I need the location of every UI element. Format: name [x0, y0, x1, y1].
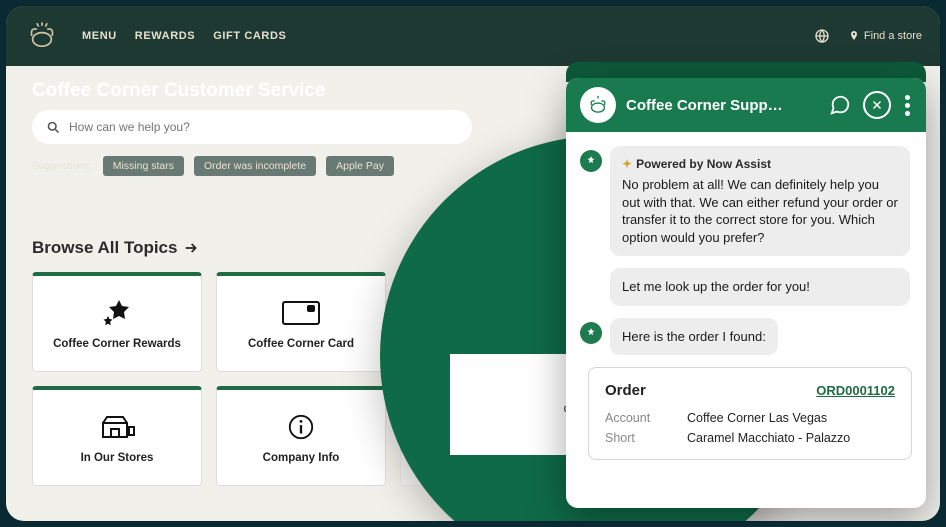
search-bar[interactable] [32, 110, 472, 144]
find-store-link[interactable]: Find a store [848, 30, 922, 42]
order-card-title: Order [605, 382, 646, 399]
speech-bubble-icon[interactable] [829, 94, 851, 116]
search-input[interactable] [69, 120, 458, 134]
close-icon[interactable] [863, 91, 891, 119]
chat-message-text: No problem at all! We can definitely hel… [622, 177, 898, 245]
order-id-link[interactable]: ORD0001102 [816, 383, 895, 398]
store-icon [97, 412, 137, 442]
chat-header: Coffee Corner Supp… [566, 78, 926, 132]
find-store-label: Find a store [864, 30, 922, 42]
suggestion-label: Suggestions: [32, 160, 93, 172]
main-nav: MENU REWARDS GIFT CARDS [82, 30, 286, 42]
order-field: Account Coffee Corner Las Vegas [605, 411, 895, 425]
nav-rewards[interactable]: REWARDS [135, 30, 195, 42]
order-card: Order ORD0001102 Account Coffee Corner L… [588, 367, 912, 460]
card-icon [281, 298, 321, 328]
arrow-right-icon [183, 240, 199, 256]
info-icon [287, 412, 315, 442]
star-icon [97, 298, 137, 328]
topic-card-stores[interactable]: In Our Stores [32, 386, 202, 486]
chat-message: ✦ Powered by Now Assist No problem at al… [610, 146, 910, 256]
topic-label: Company Info [263, 452, 340, 464]
chat-message: Here is the order I found: [610, 318, 778, 356]
app-header: MENU REWARDS GIFT CARDS Find a store [6, 6, 940, 66]
chat-avatar [580, 87, 616, 123]
topic-card-rewards[interactable]: Coffee Corner Rewards [32, 272, 202, 372]
nav-giftcards[interactable]: GIFT CARDS [213, 30, 286, 42]
topic-label: In Our Stores [81, 452, 154, 464]
order-field-value: Coffee Corner Las Vegas [687, 411, 827, 425]
topic-label: Coffee Corner Card [248, 338, 354, 350]
bot-avatar-icon [580, 150, 602, 172]
chat-title: Coffee Corner Supp… [626, 97, 819, 114]
sparkle-icon: ✦ [622, 156, 632, 172]
chat-panel: Coffee Corner Supp… ✦ Powered [566, 78, 926, 508]
order-field-key: Account [605, 411, 661, 425]
order-field: Short Caramel Macchiato - Palazzo [605, 431, 895, 445]
chip-order-incomplete[interactable]: Order was incomplete [194, 156, 316, 176]
chip-missing-stars[interactable]: Missing stars [103, 156, 184, 176]
powered-by-label: ✦ Powered by Now Assist [622, 156, 898, 172]
order-field-value: Caramel Macchiato - Palazzo [687, 431, 850, 445]
chat-body: ✦ Powered by Now Assist No problem at al… [566, 132, 926, 508]
chat-message: Let me look up the order for you! [610, 268, 910, 306]
browse-heading-text: Browse All Topics [32, 238, 177, 258]
topic-label: Coffee Corner Rewards [53, 338, 181, 350]
globe-icon[interactable] [814, 28, 830, 44]
search-icon [46, 120, 61, 135]
chip-apple-pay[interactable]: Apple Pay [326, 156, 394, 176]
kebab-menu-icon[interactable] [903, 95, 912, 116]
topic-card-company[interactable]: Company Info [216, 386, 386, 486]
nav-menu[interactable]: MENU [82, 30, 117, 42]
bot-avatar-icon [580, 322, 602, 344]
brand-logo[interactable] [24, 18, 60, 54]
topic-card-card[interactable]: Coffee Corner Card [216, 272, 386, 372]
order-field-key: Short [605, 431, 661, 445]
